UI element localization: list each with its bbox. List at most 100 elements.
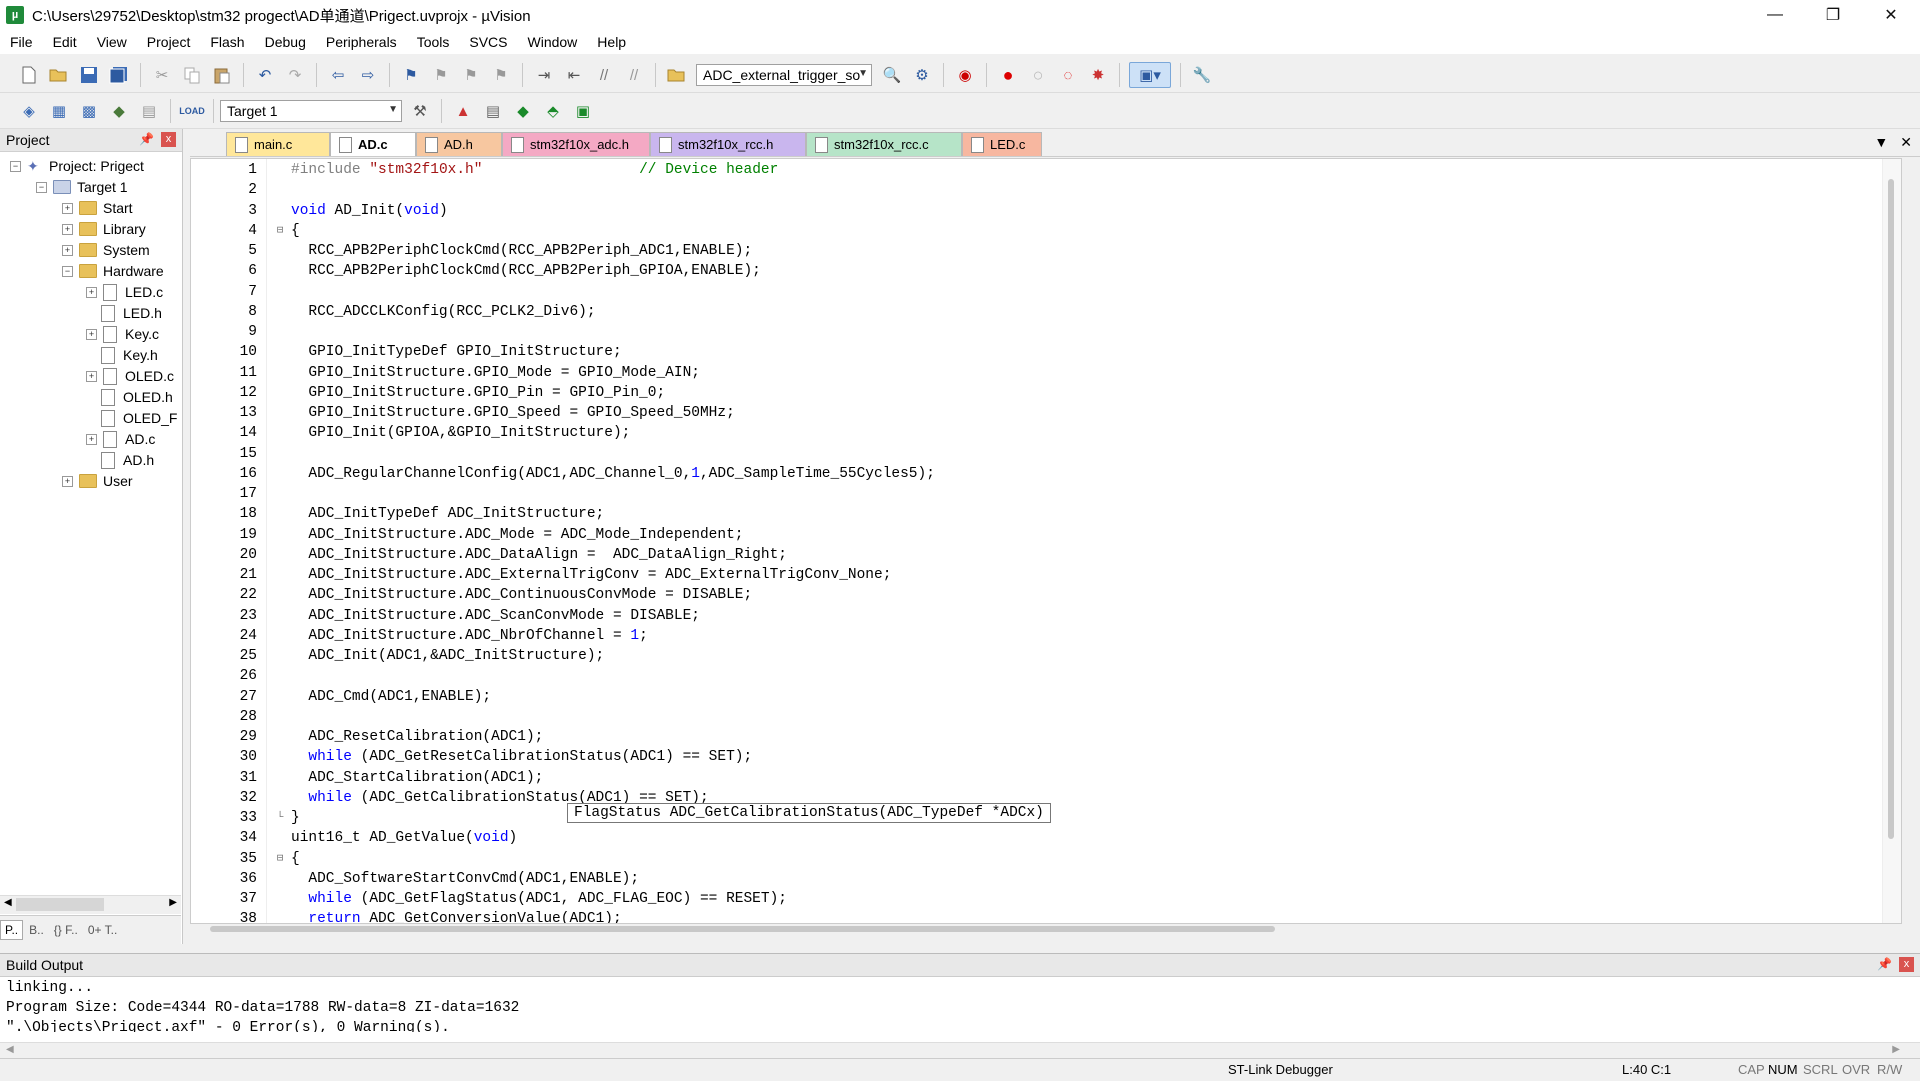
rebuild-icon[interactable]: ▩	[77, 99, 101, 123]
expand-icon[interactable]: +	[62, 475, 73, 487]
scroll-left-icon[interactable]: ◀	[4, 897, 12, 908]
target-combo[interactable]: Target 1 ▼	[220, 100, 402, 122]
tree-file-oled-font[interactable]: OLED_F	[101, 407, 177, 429]
comment-icon[interactable]: //	[592, 63, 616, 87]
menu-help[interactable]: Help	[587, 30, 636, 54]
code-line[interactable]: 9	[191, 322, 1881, 342]
paste-icon[interactable]	[210, 63, 234, 87]
collapse-icon[interactable]: −	[10, 160, 21, 172]
scroll-right-icon[interactable]: ▶	[169, 897, 177, 908]
fold-marker-icon[interactable]: ⊟	[275, 221, 285, 241]
select-packs-icon[interactable]: ⬘	[541, 99, 565, 123]
bookmark-prev-icon[interactable]: ⚑	[429, 63, 453, 87]
tree-file-oled-h[interactable]: OLED.h	[101, 386, 173, 408]
chevron-down-icon[interactable]: ▼	[858, 68, 868, 79]
breakpoint-insert-icon[interactable]: ●	[996, 63, 1020, 87]
scroll-right-icon[interactable]: ▶	[1892, 1044, 1900, 1055]
uncomment-icon[interactable]: //	[622, 63, 646, 87]
fold-marker-icon[interactable]: └	[275, 808, 285, 828]
manage-project-items-icon[interactable]: ▲	[451, 99, 475, 123]
stop-build-icon[interactable]: ▤	[137, 99, 161, 123]
tree-group-user[interactable]: + User	[62, 470, 133, 492]
tab-functions[interactable]: {} F..	[50, 921, 82, 939]
code-line[interactable]: 2	[191, 180, 1881, 200]
code-line[interactable]: 11 GPIO_InitStructure.GPIO_Mode = GPIO_M…	[191, 363, 1881, 383]
minimize-button[interactable]: —	[1746, 0, 1804, 30]
code-line[interactable]: 10 GPIO_InitTypeDef GPIO_InitStructure;	[191, 342, 1881, 362]
redo-icon[interactable]: ↷	[283, 63, 307, 87]
manage-multi-project-icon[interactable]: ▤	[481, 99, 505, 123]
save-all-icon[interactable]	[107, 63, 131, 87]
menu-svcs[interactable]: SVCS	[459, 30, 517, 54]
pin-icon[interactable]: 📌	[1877, 957, 1892, 971]
tree-item-project[interactable]: − ✦ Project: Prigect	[10, 155, 144, 177]
tab-books[interactable]: B..	[25, 921, 48, 939]
expand-icon[interactable]: +	[86, 433, 97, 445]
tree-file-ad-h[interactable]: AD.h	[101, 449, 154, 471]
tab-project[interactable]: P..	[0, 920, 24, 940]
download-icon[interactable]: LOAD	[179, 99, 205, 123]
wrench-icon[interactable]: 🔧	[1190, 63, 1214, 87]
close-button[interactable]: ✕	[1862, 0, 1920, 30]
menu-window[interactable]: Window	[518, 30, 588, 54]
code-line[interactable]: 1 #include "stm32f10x.h" // Device header	[191, 160, 1881, 180]
find-in-files-icon[interactable]	[665, 63, 689, 87]
tree-group-start[interactable]: + Start	[62, 197, 133, 219]
menu-flash[interactable]: Flash	[200, 30, 254, 54]
open-file-icon[interactable]	[47, 63, 71, 87]
tab-stm32f10x-adc-h[interactable]: stm32f10x_adc.h	[502, 132, 650, 156]
cut-icon[interactable]: ✂	[150, 63, 174, 87]
close-icon[interactable]: x	[1899, 957, 1914, 972]
save-icon[interactable]	[77, 63, 101, 87]
tab-templates[interactable]: 0+ T..	[84, 921, 121, 939]
restore-button[interactable]: ❐	[1804, 0, 1862, 30]
tree-file-key-h[interactable]: Key.h	[101, 344, 158, 366]
scrollbar-thumb[interactable]	[16, 898, 104, 911]
breakpoint-disable-all-icon[interactable]: ◌	[1056, 63, 1080, 87]
target-options-icon[interactable]: ⚒	[408, 99, 432, 123]
collapse-icon[interactable]: −	[36, 181, 47, 193]
code-line[interactable]: 36 ADC_SoftwareStartConvCmd(ADC1,ENABLE)…	[191, 869, 1881, 889]
code-line[interactable]: 30 while (ADC_GetResetCalibrationStatus(…	[191, 747, 1881, 767]
tab-led-c[interactable]: LED.c	[962, 132, 1042, 156]
code-line[interactable]: 7	[191, 282, 1881, 302]
debug-session-icon[interactable]: ◉	[953, 63, 977, 87]
collapse-icon[interactable]: −	[62, 265, 73, 277]
scroll-left-icon[interactable]: ◀	[6, 1044, 14, 1055]
expand-icon[interactable]: +	[62, 223, 73, 235]
tree-group-hardware[interactable]: − Hardware	[62, 260, 164, 282]
editor-horizontal-scrollbar[interactable]	[210, 926, 1275, 932]
menu-edit[interactable]: Edit	[43, 30, 87, 54]
translate-icon[interactable]: ◈	[17, 99, 41, 123]
fold-marker-icon[interactable]: ⊟	[275, 849, 285, 869]
code-line[interactable]: 15	[191, 444, 1881, 464]
expand-icon[interactable]: +	[62, 244, 73, 256]
code-line[interactable]: 17	[191, 484, 1881, 504]
code-line[interactable]: 16 ADC_RegularChannelConfig(ADC1,ADC_Cha…	[191, 464, 1881, 484]
project-horizontal-scrollbar[interactable]: ◀ ▶	[0, 895, 181, 914]
code-line[interactable]: 37 while (ADC_GetFlagStatus(ADC1, ADC_FL…	[191, 889, 1881, 909]
window-layout-icon[interactable]: ▣▾	[1129, 62, 1171, 88]
bookmark-toggle-icon[interactable]: ⚑	[399, 63, 423, 87]
tree-file-key-c[interactable]: + Key.c	[86, 323, 159, 345]
new-file-icon[interactable]	[17, 63, 41, 87]
chevron-down-icon[interactable]: ▼	[388, 104, 398, 115]
menu-tools[interactable]: Tools	[407, 30, 460, 54]
expand-icon[interactable]: +	[62, 202, 73, 214]
code-line[interactable]: 3 void AD_Init(void)	[191, 201, 1881, 221]
code-line[interactable]: 25 ADC_Init(ADC1,&ADC_InitStructure);	[191, 646, 1881, 666]
code-editor[interactable]: 1 #include "stm32f10x.h" // Device header…	[190, 158, 1902, 924]
code-line[interactable]: 28	[191, 707, 1881, 727]
undo-icon[interactable]: ↶	[253, 63, 277, 87]
build-output-scrollbar[interactable]: ◀ ▶	[0, 1042, 1920, 1059]
bookmark-clear-icon[interactable]: ⚑	[489, 63, 513, 87]
menu-debug[interactable]: Debug	[255, 30, 316, 54]
navigate-back-icon[interactable]: ⇦	[326, 63, 350, 87]
tree-item-target[interactable]: − Target 1	[36, 176, 128, 198]
tree-file-led-h[interactable]: LED.h	[101, 302, 162, 324]
code-line[interactable]: 23 ADC_InitStructure.ADC_ScanConvMode = …	[191, 606, 1881, 626]
bookmark-next-icon[interactable]: ⚑	[459, 63, 483, 87]
tree-group-library[interactable]: + Library	[62, 218, 146, 240]
code-line[interactable]: 19 ADC_InitStructure.ADC_Mode = ADC_Mode…	[191, 525, 1881, 545]
expand-icon[interactable]: +	[86, 328, 97, 340]
